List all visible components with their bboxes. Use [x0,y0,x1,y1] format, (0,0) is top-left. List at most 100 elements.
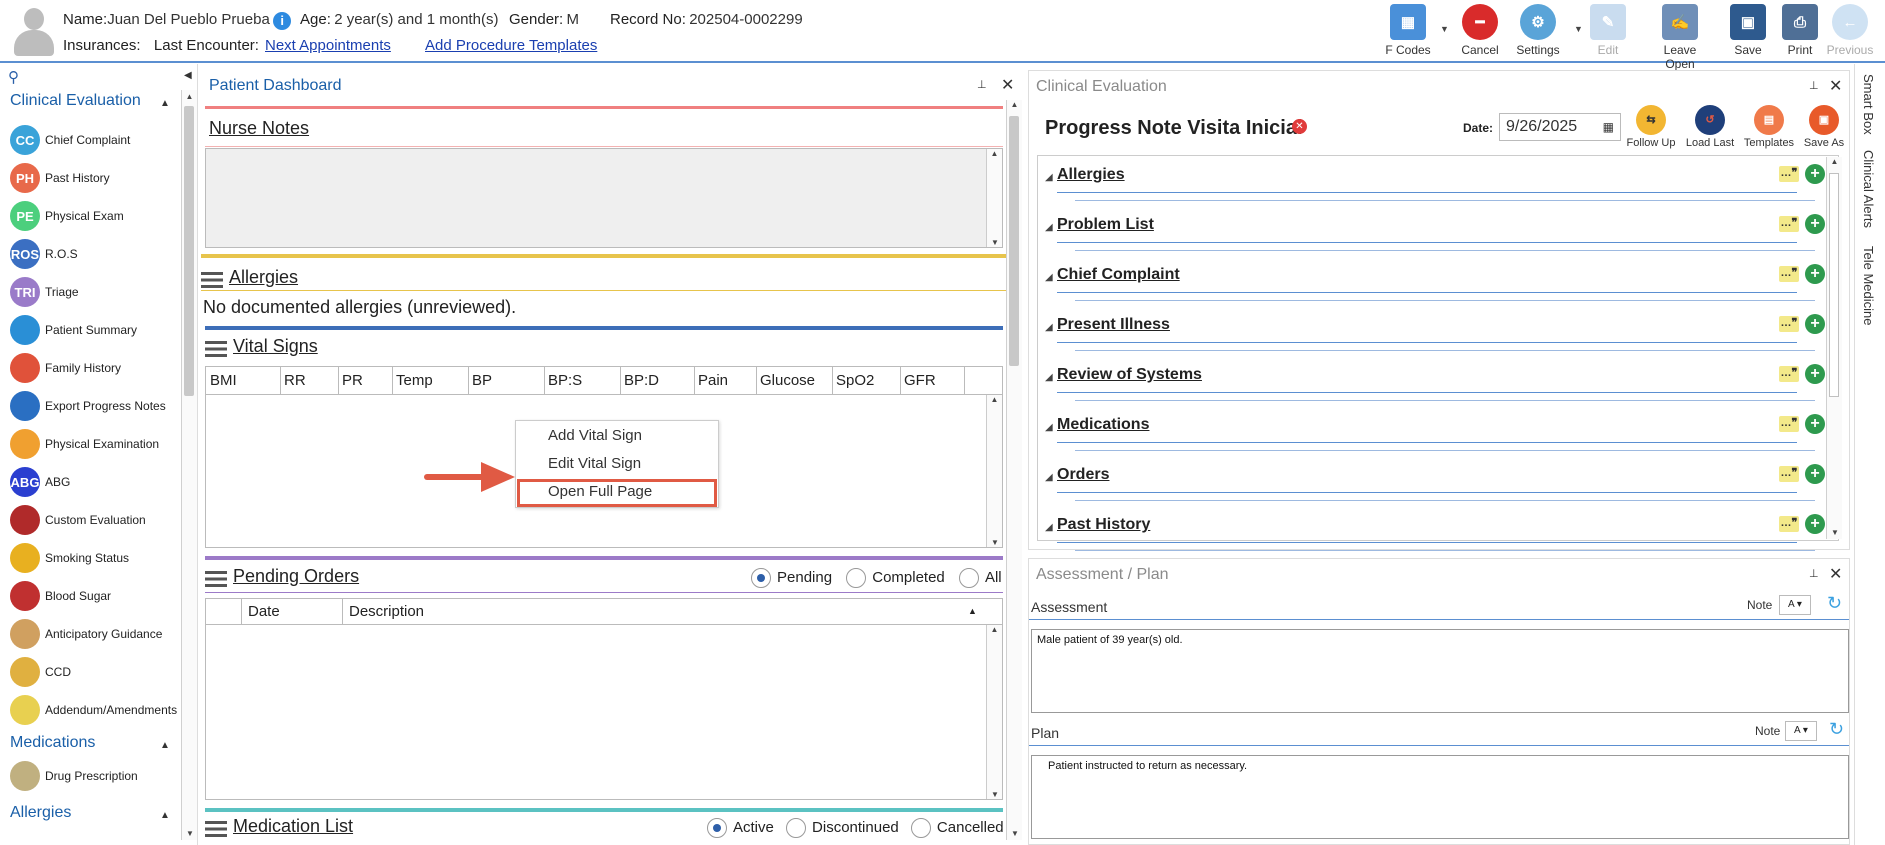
info-icon[interactable]: i [273,11,292,30]
sidebar-item-custom-evaluation[interactable]: Custom Evaluation [10,504,146,536]
col-bp[interactable]: BP [472,372,492,389]
sidebar-item-past-history[interactable]: PH Past History [10,162,110,194]
quote-icon[interactable]: …❞ [1779,216,1799,232]
settings-button[interactable]: ⚙ Settings [1508,4,1568,57]
pin-icon[interactable]: ⊥ [977,78,987,91]
sidebar-item-ccd[interactable]: CCD [10,656,71,688]
category-clinical-evaluation[interactable]: Clinical Evaluation [10,92,141,110]
search-icon[interactable]: ⚲ [8,68,19,86]
calendar-icon[interactable]: ▦ [1603,120,1614,134]
expand-triangle-icon[interactable]: ◢ [1045,372,1053,383]
section-orders[interactable]: ◢ Orders …❞ + [1045,460,1825,508]
leave-open-button[interactable]: ✍ Leave Open [1648,4,1712,71]
remove-icon[interactable]: ✕ [1292,119,1307,134]
chevron-up-icon[interactable]: ▲ [160,98,170,109]
menu-icon[interactable] [205,820,227,837]
refresh-icon[interactable]: ↻ [1827,593,1842,614]
add-icon[interactable]: + [1805,264,1825,284]
add-icon[interactable]: + [1805,464,1825,484]
menu-item-edit-vital-sign[interactable]: Edit Vital Sign [548,455,641,472]
col-rr[interactable]: RR [284,372,306,389]
section-label[interactable]: Problem List [1057,216,1154,234]
sidebar-item-export-progress-notes[interactable]: Export Progress Notes [10,390,166,422]
date-field[interactable]: 9/26/2025 ▦ [1499,113,1621,141]
section-label[interactable]: Chief Complaint [1057,266,1180,284]
menu-icon[interactable] [205,340,227,357]
section-label[interactable]: Orders [1057,466,1109,484]
tab-tele-medicine[interactable]: Tele Medicine [1861,246,1876,326]
section-chief-complaint[interactable]: ◢ Chief Complaint …❞ + [1045,260,1825,308]
expand-triangle-icon[interactable]: ◢ [1045,522,1053,533]
previous-button[interactable]: ← Previous [1820,4,1880,57]
section-review-of-systems[interactable]: ◢ Review of Systems …❞ + [1045,360,1825,408]
sidebar-item-smoking-status[interactable]: Smoking Status [10,542,129,574]
dashboard-scrollbar[interactable]: ▲ ▼ [1006,100,1022,840]
category-allergies[interactable]: Allergies [10,804,71,822]
add-icon[interactable]: + [1805,164,1825,184]
col-bmi[interactable]: BMI [210,372,237,389]
quote-icon[interactable]: …❞ [1779,416,1799,432]
expand-triangle-icon[interactable]: ◢ [1045,172,1053,183]
menu-item-open-full-page[interactable]: Open Full Page [548,483,652,500]
discontinued-radio[interactable]: Discontinued [786,818,899,838]
section-past-history[interactable]: ◢ Past History …❞ + [1045,510,1825,558]
note-format-dropdown[interactable]: A ▾ [1785,721,1817,741]
col-pr[interactable]: PR [342,372,363,389]
collapse-sidebar-icon[interactable]: ◀ [184,70,192,81]
expand-triangle-icon[interactable]: ◢ [1045,322,1053,333]
cancel-button[interactable]: ━ Cancel [1450,4,1510,57]
quote-icon[interactable]: …❞ [1779,166,1799,182]
tab-smart-box[interactable]: Smart Box [1861,74,1876,135]
save-as-button[interactable]: ▣ Save As [1799,105,1849,149]
add-icon[interactable]: + [1805,214,1825,234]
sort-up-icon[interactable]: ▲ [968,606,977,616]
section-allergies[interactable]: ◢ Allergies …❞ + [1045,160,1825,208]
assessment-textbox[interactable]: Male patient of 39 year(s) old. [1031,629,1849,713]
quote-icon[interactable]: …❞ [1779,366,1799,382]
chevron-down-icon[interactable]: ▼ [1440,24,1449,34]
sidebar-item-family-history[interactable]: Family History [10,352,121,384]
follow-up-button[interactable]: ⇆ Follow Up [1624,105,1678,149]
section-label[interactable]: Allergies [1057,166,1125,184]
col-glucose[interactable]: Glucose [760,372,815,389]
nurse-notes-box[interactable]: ▲ ▼ [205,148,1003,248]
sidebar-item-blood-sugar[interactable]: Blood Sugar [10,580,111,612]
edit-button[interactable]: ✎ Edit [1578,4,1638,57]
tab-clinical-alerts[interactable]: Clinical Alerts [1861,150,1876,228]
add-icon[interactable]: + [1805,314,1825,334]
plan-textbox[interactable]: Patient instructed to return as necessar… [1031,755,1849,839]
refresh-icon[interactable]: ↻ [1829,719,1844,740]
section-present-illness[interactable]: ◢ Present Illness …❞ + [1045,310,1825,358]
sidebar-item-addendum-amendments[interactable]: Addendum/Amendments [10,694,177,726]
templates-button[interactable]: ▤ Templates [1741,105,1797,149]
sidebar-item-drug-prescription[interactable]: Drug Prescription [10,760,138,792]
menu-icon[interactable] [201,271,223,288]
sidebar-item-physical-exam[interactable]: PE Physical Exam [10,200,124,232]
completed-radio[interactable]: Completed [846,568,945,588]
section-label[interactable]: Present Illness [1057,316,1170,334]
add-icon[interactable]: + [1805,364,1825,384]
expand-triangle-icon[interactable]: ◢ [1045,472,1053,483]
col-gfr[interactable]: GFR [904,372,936,389]
add-procedure-templates-link[interactable]: Add Procedure Templates [425,37,597,54]
pending-radio[interactable]: Pending [751,568,832,588]
close-icon[interactable]: ✕ [1829,564,1842,584]
pin-icon[interactable]: ⊥ [1809,79,1819,92]
col-bpd[interactable]: BP:D [624,372,659,389]
expand-triangle-icon[interactable]: ◢ [1045,272,1053,283]
quote-icon[interactable]: …❞ [1779,316,1799,332]
col-temp[interactable]: Temp [396,372,433,389]
col-description[interactable]: Description [349,603,424,620]
section-problem-list[interactable]: ◢ Problem List …❞ + [1045,210,1825,258]
col-spo2[interactable]: SpO2 [836,372,874,389]
col-date[interactable]: Date [248,603,280,620]
expand-triangle-icon[interactable]: ◢ [1045,422,1053,433]
category-medications[interactable]: Medications [10,734,95,752]
note-format-dropdown[interactable]: A ▾ [1779,595,1811,615]
clinical-eval-scrollbar[interactable]: ▲ ▼ [1826,157,1842,539]
sidebar-item-abg[interactable]: ABG ABG [10,466,70,498]
all-radio[interactable]: All [958,568,1002,588]
expand-triangle-icon[interactable]: ◢ [1045,222,1053,233]
quote-icon[interactable]: …❞ [1779,516,1799,532]
sidebar-item-chief-complaint[interactable]: CC Chief Complaint [10,124,130,156]
